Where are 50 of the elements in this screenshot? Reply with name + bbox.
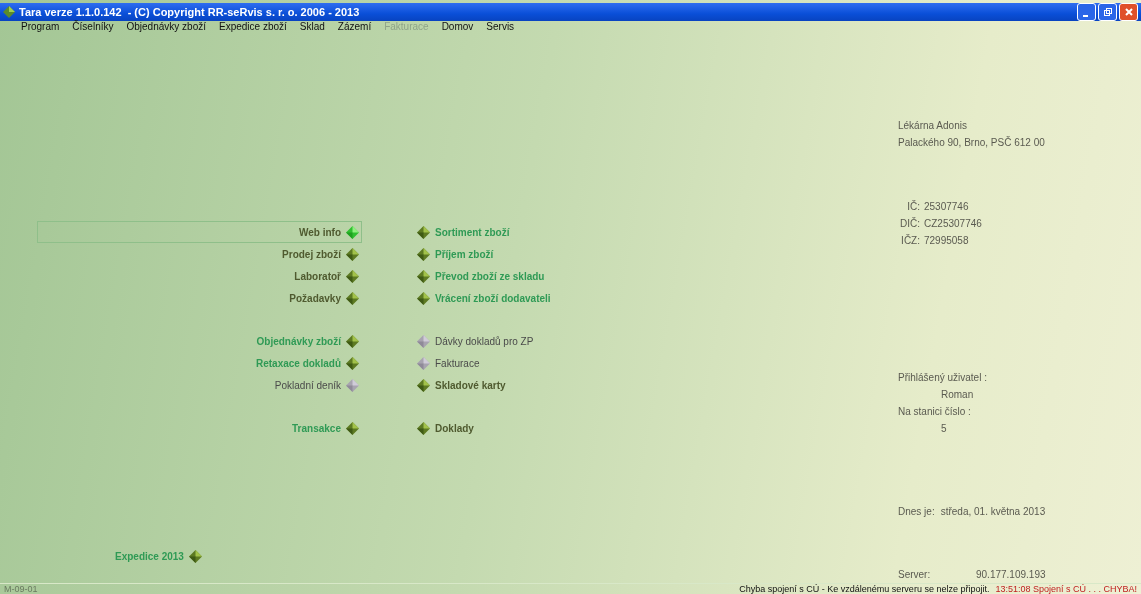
- menu-item[interactable]: Domov: [441, 21, 474, 32]
- maximize-icon: [1102, 7, 1113, 17]
- server-address: 90.177.109.193: [976, 568, 1046, 582]
- user-label: Přihlášený uživatel :: [898, 371, 988, 385]
- menu-link[interactable]: Doklady: [435, 422, 474, 434]
- diamond-icon: [346, 247, 359, 261]
- minimize-button[interactable]: [1077, 3, 1096, 21]
- app-icon: [3, 6, 15, 18]
- menu-item[interactable]: Zázemí: [337, 21, 372, 32]
- menu-link[interactable]: Skladové karty: [435, 379, 506, 391]
- station-label: Na stanici číslo :: [898, 405, 972, 419]
- menu-item[interactable]: Číselníky: [72, 21, 114, 32]
- close-button[interactable]: [1119, 3, 1138, 21]
- diamond-icon: [346, 334, 359, 348]
- user-name: Roman: [940, 388, 975, 402]
- pharmacy-name: Lékárna Adonis: [898, 119, 968, 133]
- menu-item[interactable]: Sklad: [299, 21, 325, 32]
- status-error: 13:51:08 Spojení s CÚ . . . CHYBA!: [995, 584, 1137, 594]
- diamond-icon: [346, 225, 359, 239]
- diamond-icon: [346, 421, 359, 435]
- id-label: IČZ:: [900, 233, 920, 248]
- id-value: 72995058: [924, 234, 969, 248]
- menu-item[interactable]: Program: [21, 21, 60, 32]
- id-label: DIČ:: [899, 216, 920, 231]
- id-label: IČ:: [906, 199, 920, 214]
- id-value: 25307746: [924, 200, 969, 214]
- pharmacy-address: Palackého 90, Brno, PSČ 612 00: [898, 135, 1046, 150]
- diamond-icon: [346, 378, 359, 392]
- window-title: Tara verze 1.1.0.142 - (C) Copyright RR-seRvis s. r. o. 2006 - 2013: [19, 6, 361, 18]
- maximize-button[interactable]: [1098, 3, 1117, 21]
- diamond-icon: [346, 269, 359, 283]
- station-number: 5: [940, 422, 948, 436]
- menu-link[interactable]: Prodej zboží: [282, 248, 341, 260]
- date-label: Dnes je:: [898, 505, 935, 519]
- status-message: Chyba spojení s CÚ - Ke vzdálenému serveru se nelze připojit.: [739, 584, 990, 594]
- menu-item[interactable]: Expedice zboží: [219, 21, 287, 32]
- menu-link[interactable]: Web info: [298, 226, 341, 238]
- menu-link[interactable]: Laboratoř: [294, 270, 341, 282]
- diamond-icon: [346, 291, 359, 305]
- close-icon: [1123, 7, 1134, 17]
- menu-link[interactable]: Požadavky: [289, 292, 341, 304]
- id-value: CZ25307746: [924, 217, 982, 231]
- diamond-icon: [346, 356, 359, 370]
- server-label: Server:: [898, 568, 932, 582]
- menu-item[interactable]: Objednávky zboží: [126, 21, 206, 32]
- diamond-icon: [188, 550, 202, 563]
- status-code: M-09-01: [4, 584, 39, 594]
- menu-item[interactable]: Servis: [486, 21, 515, 32]
- date-value: středa, 01. května 2013: [940, 505, 1046, 519]
- minimize-icon: [1082, 14, 1088, 17]
